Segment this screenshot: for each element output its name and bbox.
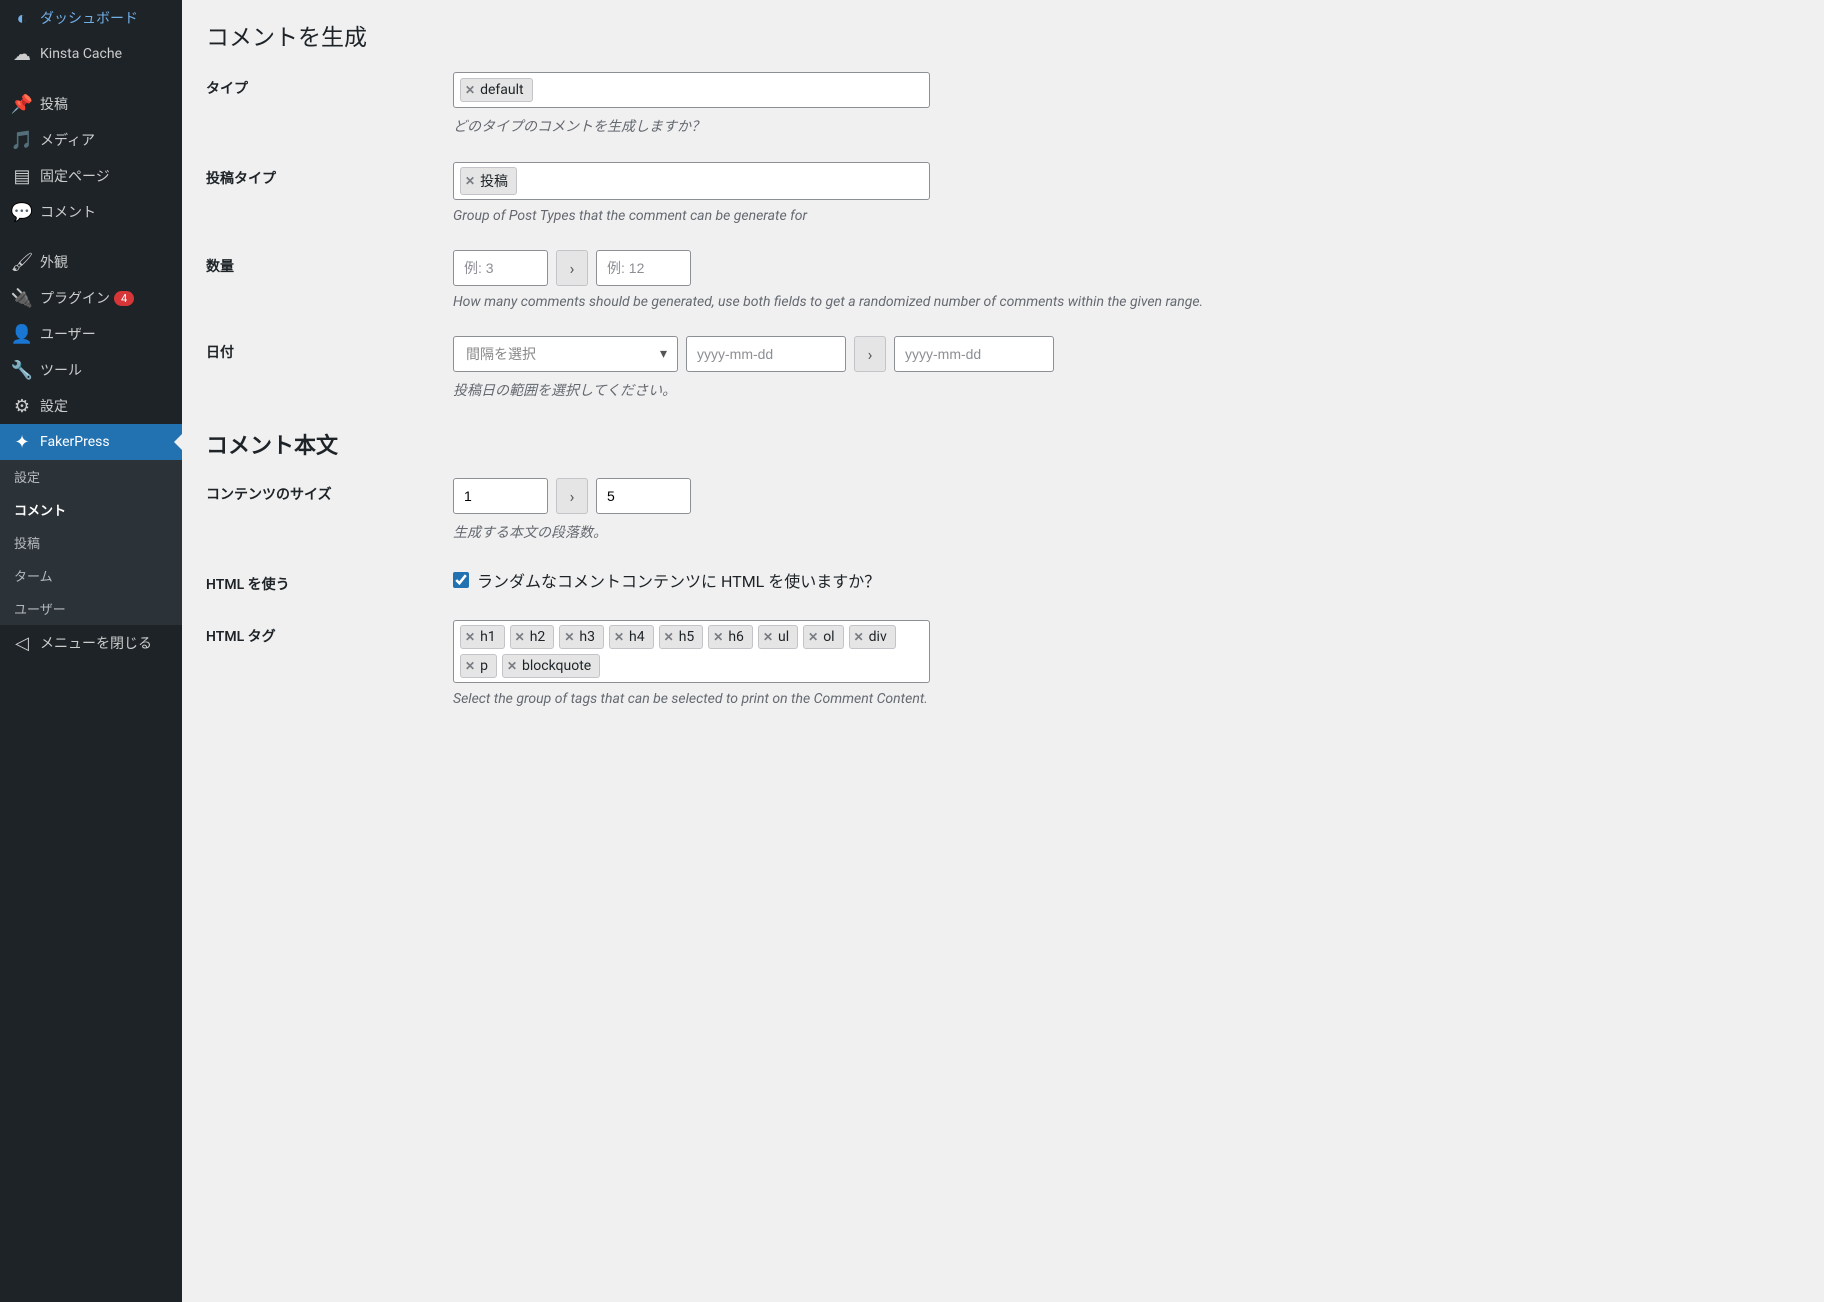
html-tag-h1: ✕h1	[460, 625, 505, 649]
html-tag-p: ✕p	[460, 654, 497, 678]
qty-label: 数量	[206, 250, 453, 276]
remove-tag-icon[interactable]: ✕	[465, 83, 475, 97]
sidebar-item-media[interactable]: 🎵メディア	[0, 122, 182, 158]
date-label: 日付	[206, 336, 453, 362]
remove-tag-icon[interactable]: ✕	[808, 630, 818, 644]
content-area: コメントを生成 タイプ ✕default どのタイプのコメントを生成しますか？ …	[182, 0, 1824, 1302]
html-tag-div: ✕div	[849, 625, 896, 649]
html-tag-ul: ✕ul	[758, 625, 798, 649]
html-tag-h4: ✕h4	[609, 625, 654, 649]
cloud-icon: ☁	[12, 44, 32, 64]
type-desc: どのタイプのコメントを生成しますか？	[453, 116, 1273, 136]
range-arrow-icon: ›	[556, 250, 588, 286]
qty-max-input[interactable]	[596, 250, 691, 286]
sidebar-item-plugins[interactable]: 🔌プラグイン4	[0, 280, 182, 316]
type-tag-default: ✕default	[460, 78, 533, 102]
plugin-icon: 🔌	[12, 288, 32, 308]
sidebar-item-fakerpress[interactable]: ✦FakerPress	[0, 424, 182, 460]
date-interval-select[interactable]: 間隔を選択	[453, 336, 678, 372]
post-type-input[interactable]: ✕投稿	[453, 162, 930, 200]
remove-tag-icon[interactable]: ✕	[465, 174, 475, 188]
html-tag-blockquote: ✕blockquote	[502, 654, 600, 678]
post-type-tag: ✕投稿	[460, 167, 517, 195]
remove-tag-icon[interactable]: ✕	[763, 630, 773, 644]
remove-tag-icon[interactable]: ✕	[713, 630, 723, 644]
html-tag-h2: ✕h2	[510, 625, 555, 649]
wrench-icon: 🔧	[12, 360, 32, 380]
content-size-desc: 生成する本文の段落数。	[453, 522, 1273, 542]
content-size-max[interactable]	[596, 478, 691, 514]
remove-tag-icon[interactable]: ✕	[515, 630, 525, 644]
remove-tag-icon[interactable]: ✕	[664, 630, 674, 644]
sidebar-item-kinsta-cache[interactable]: ☁Kinsta Cache	[0, 36, 182, 72]
accessibility-icon: ✦	[12, 432, 32, 452]
dashboard-icon: ◐	[12, 8, 32, 28]
media-icon: 🎵	[12, 130, 32, 150]
sidebar-item-dashboard[interactable]: ◐ダッシュボード	[0, 0, 182, 36]
sidebar-item-appearance[interactable]: 🖌外観	[0, 244, 182, 280]
fakerpress-submenu: 設定 コメント 投稿 ターム ユーザー	[0, 460, 182, 625]
remove-tag-icon[interactable]: ✕	[854, 630, 864, 644]
collapse-menu[interactable]: ◁メニューを閉じる	[0, 625, 182, 661]
range-arrow-icon: ›	[854, 336, 886, 372]
plugins-badge: 4	[114, 291, 134, 306]
sidebar-item-settings[interactable]: ⚙設定	[0, 388, 182, 424]
type-input[interactable]: ✕default	[453, 72, 930, 108]
submenu-settings[interactable]: 設定	[0, 460, 182, 493]
brush-icon: 🖌	[12, 252, 32, 272]
remove-tag-icon[interactable]: ✕	[465, 630, 475, 644]
collapse-icon: ◁	[12, 633, 32, 653]
sidebar-item-posts[interactable]: 📌投稿	[0, 86, 182, 122]
submenu-terms[interactable]: ターム	[0, 559, 182, 592]
qty-desc: How many comments should be generated, u…	[453, 294, 1273, 310]
use-html-label: HTML を使う	[206, 568, 453, 594]
pin-icon: 📌	[12, 94, 32, 114]
qty-min-input[interactable]	[453, 250, 548, 286]
submenu-posts[interactable]: 投稿	[0, 526, 182, 559]
sidebar-item-users[interactable]: 👤ユーザー	[0, 316, 182, 352]
use-html-checkbox[interactable]	[453, 572, 469, 588]
sidebar-item-tools[interactable]: 🔧ツール	[0, 352, 182, 388]
user-icon: 👤	[12, 324, 32, 344]
page-icon: ▤	[12, 166, 32, 186]
date-from-input[interactable]	[686, 336, 846, 372]
comment-icon: 💬	[12, 202, 32, 222]
remove-tag-icon[interactable]: ✕	[614, 630, 624, 644]
post-type-label: 投稿タイプ	[206, 162, 453, 188]
html-tags-desc: Select the group of tags that can be sel…	[453, 691, 1273, 707]
html-tag-h5: ✕h5	[659, 625, 704, 649]
use-html-desc: ランダムなコメントコンテンツに HTML を使いますか？	[477, 568, 880, 592]
html-tag-h3: ✕h3	[559, 625, 604, 649]
section-comment-body: コメント本文	[206, 428, 1804, 460]
post-type-desc: Group of Post Types that the comment can…	[453, 208, 1273, 224]
date-desc: 投稿日の範囲を選択してください。	[453, 380, 1273, 400]
sidebar-item-comments[interactable]: 💬コメント	[0, 194, 182, 230]
submenu-users[interactable]: ユーザー	[0, 592, 182, 625]
admin-sidebar: ◐ダッシュボード ☁Kinsta Cache 📌投稿 🎵メディア ▤固定ページ …	[0, 0, 182, 1302]
html-tag-ol: ✕ol	[803, 625, 843, 649]
range-arrow-icon: ›	[556, 478, 588, 514]
sliders-icon: ⚙	[12, 396, 32, 416]
html-tag-h6: ✕h6	[708, 625, 753, 649]
html-tags-input[interactable]: ✕h1✕h2✕h3✕h4✕h5✕h6✕ul✕ol✕div ✕p✕blockquot…	[453, 620, 930, 683]
content-size-min[interactable]	[453, 478, 548, 514]
remove-tag-icon[interactable]: ✕	[465, 659, 475, 673]
content-size-label: コンテンツのサイズ	[206, 478, 453, 504]
sidebar-item-pages[interactable]: ▤固定ページ	[0, 158, 182, 194]
date-to-input[interactable]	[894, 336, 1054, 372]
submenu-comments[interactable]: コメント	[0, 493, 182, 526]
remove-tag-icon[interactable]: ✕	[564, 630, 574, 644]
remove-tag-icon[interactable]: ✕	[507, 659, 517, 673]
type-label: タイプ	[206, 72, 453, 98]
page-title: コメントを生成	[206, 18, 1804, 52]
html-tags-label: HTML タグ	[206, 620, 453, 646]
